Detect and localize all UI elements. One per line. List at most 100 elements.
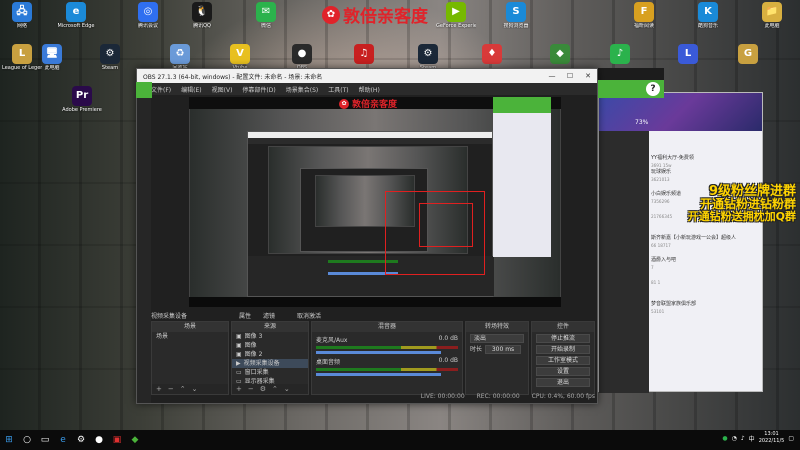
exit-button[interactable]: 退出 <box>536 378 590 387</box>
duration-input[interactable]: 300 ms <box>485 345 522 354</box>
tray-volume-icon[interactable]: ♪ <box>741 435 745 442</box>
cpu-status: CPU: 0.4%, 60.00 fps <box>531 392 595 400</box>
desktop-shortcut[interactable]: ♪ <box>600 44 640 65</box>
obs-preview-canvas[interactable]: ✿ 敦倍亲客度 <box>189 97 561 307</box>
minimize-icon[interactable]: — <box>543 69 561 83</box>
stop-streaming-button[interactable]: 停止推流 <box>536 334 590 343</box>
desktop-shortcut-label: Adobe Premiere <box>62 107 102 113</box>
sources-dock: 来源 ▣ 图像 3 ▣ 图像 ▣ 图像 2 ▶ 视频采集设备 ▭ 窗口采集 ▭ 显示器采集 … <box>231 321 309 395</box>
volume-slider[interactable] <box>316 373 441 376</box>
obs-window[interactable]: OBS 27.1.3 (64-bit, windows) - 配置文件: 未命名… <box>136 68 598 404</box>
desktop-shortcut[interactable]: 🐧 腾讯QQ <box>182 2 222 29</box>
menu-view[interactable]: 视图(V) <box>212 85 233 94</box>
tray-wechat-icon[interactable]: ● <box>722 435 727 442</box>
edge-taskbar-icon[interactable]: e <box>54 431 72 449</box>
maximize-icon[interactable]: ☐ <box>561 69 579 83</box>
menu-docks[interactable]: 停靠部件(D) <box>242 85 275 94</box>
menu-tools[interactable]: 工具(T) <box>328 85 348 94</box>
app-icon: ◆ <box>550 44 570 64</box>
network-icon: 🖧 <box>12 2 32 22</box>
source-item[interactable]: ▶ 视频采集设备 <box>232 359 308 368</box>
tray-network-icon[interactable]: ◔ <box>732 435 737 442</box>
menu-help[interactable]: 帮助(H) <box>359 85 380 94</box>
desktop-shortcut[interactable]: ✉ 微信 <box>246 2 286 29</box>
chat-item-name: 梦音联盟家族俱乐部 <box>651 301 697 307</box>
qq-icon: 🐧 <box>192 2 212 22</box>
chat-window[interactable]: 73% YY福利大厅-免费领 3691 15w 玩球娱乐 3621013 小白娱乐频道 7… <box>598 92 763 393</box>
obs-left-strip <box>137 97 151 403</box>
chat-header-banner: 73% <box>599 93 762 131</box>
obs-taskbar-icon[interactable]: ● <box>90 431 108 449</box>
deactivate-button[interactable]: 取消激活 <box>297 311 321 320</box>
desktop-shortcut[interactable]: L <box>668 44 708 65</box>
menu-scene-collection[interactable]: 场景集合(S) <box>286 85 319 94</box>
source-item[interactable]: ▣ 图像 <box>232 341 308 350</box>
wechat-icon: ✉ <box>256 2 276 22</box>
source-item[interactable]: ▣ 图像 3 <box>232 332 308 341</box>
desktop-shortcut[interactable]: ♦ <box>472 44 512 65</box>
chat-item-name: 酒爵入与吧 <box>651 257 677 263</box>
live-status: LIVE: 00:00:00 <box>420 392 465 400</box>
chat-item-name: YY福利大厅-免费领 <box>651 155 694 161</box>
desktop-shortcut[interactable]: S 搜狗浏览器 <box>496 2 536 29</box>
desktop-shortcut[interactable]: Pr Adobe Premiere <box>62 86 102 113</box>
taskbar-clock[interactable]: 13:01 2022/11/5 <box>759 431 785 445</box>
chat-item-count: 81 1 <box>651 280 661 285</box>
audio-meter <box>316 346 458 349</box>
watermark-logo-icon: ✿ <box>322 5 340 24</box>
desktop-shortcut-label: Steam <box>101 65 119 71</box>
desktop-shortcut[interactable]: G <box>728 44 768 65</box>
lol2-icon: L <box>678 44 698 64</box>
desktop-shortcut-label: 福昕阅读 <box>633 23 654 29</box>
transition-select[interactable]: 淡出 <box>470 334 524 343</box>
app-taskbar-icon[interactable]: ◆ <box>126 431 144 449</box>
menu-file[interactable]: 文件(F) <box>151 85 171 94</box>
desktop-shortcut[interactable]: ◎ 腾讯会议 <box>128 2 168 29</box>
desktop-shortcut[interactable]: 📁 此电脑 <box>752 2 792 29</box>
clock-date: 2022/11/5 <box>758 438 785 444</box>
close-icon[interactable]: ✕ <box>579 69 597 83</box>
filters-button[interactable]: 滤镜 <box>263 311 275 320</box>
mixer-track-mic: 麦克风/Aux 0.0 dB <box>316 335 458 354</box>
help-icon[interactable]: ? <box>646 82 660 96</box>
game-icon: ♦ <box>482 44 502 64</box>
desktop-shortcut-label: 微信 <box>260 23 271 29</box>
desktop-shortcut[interactable]: ⚙Steam <box>408 44 448 71</box>
chat-item-name: 斯齐新嘉【小新玩游戏一公会】超级人 <box>651 235 737 241</box>
game-taskbar-icon[interactable]: ▣ <box>108 431 126 449</box>
desktop-shortcut[interactable]: K 酷狗音乐 <box>688 2 728 29</box>
steam-taskbar-icon[interactable]: ⚙ <box>72 431 90 449</box>
settings-button[interactable]: 设置 <box>536 367 590 376</box>
desktop-shortcut[interactable]: F 福昕阅读 <box>624 2 664 29</box>
desktop-shortcut[interactable]: ●OBS <box>282 44 322 71</box>
menu-edit[interactable]: 编辑(E) <box>181 85 201 94</box>
desktop-shortcut[interactable]: e Microsoft Edge <box>56 2 96 29</box>
nvidia-icon: ▶ <box>446 2 466 22</box>
desktop-shortcut[interactable]: ◆ <box>540 44 580 65</box>
rec-status: REC: 00:00:00 <box>476 392 520 400</box>
source-item[interactable]: ▭ 窗口采集 <box>232 368 308 377</box>
desktop-shortcut[interactable]: ♫ <box>344 44 384 65</box>
volume-slider[interactable] <box>316 351 441 354</box>
desktop-shortcut[interactable]: VVtube <box>220 44 260 71</box>
selection-box-inner[interactable] <box>419 203 473 247</box>
obs-titlebar[interactable]: OBS 27.1.3 (64-bit, windows) - 配置文件: 未命名… <box>137 69 597 83</box>
search-icon[interactable]: ○ <box>18 431 36 449</box>
scene-item[interactable]: 场景 <box>152 332 228 341</box>
notification-icon[interactable]: ▢ <box>788 435 794 442</box>
image-icon: ▣ <box>236 342 242 349</box>
desktop-shortcut[interactable]: 🖥 此电脑 <box>32 44 72 71</box>
start-windows-icon[interactable]: ⊞ <box>0 431 18 449</box>
properties-button[interactable]: 属性 <box>239 311 251 320</box>
obs-app-icon: ● <box>292 44 312 64</box>
desktop-shortcut[interactable]: 🖧 网络 <box>2 2 42 29</box>
desktop-shortcut[interactable]: ♻回收站 <box>160 44 200 71</box>
source-item[interactable]: ▣ 图像 2 <box>232 350 308 359</box>
tray-ime-icon[interactable]: 中 <box>749 434 755 443</box>
chat-item-count: 66 18717 <box>651 243 671 248</box>
start-recording-button[interactable]: 开始录制 <box>536 345 590 354</box>
desktop-shortcut[interactable]: ▶GeForce Experience <box>436 2 476 29</box>
task-view-icon[interactable]: ▭ <box>36 431 54 449</box>
desktop-shortcut[interactable]: ⚙Steam <box>90 44 130 71</box>
studio-mode-button[interactable]: 工作室模式 <box>536 356 590 365</box>
